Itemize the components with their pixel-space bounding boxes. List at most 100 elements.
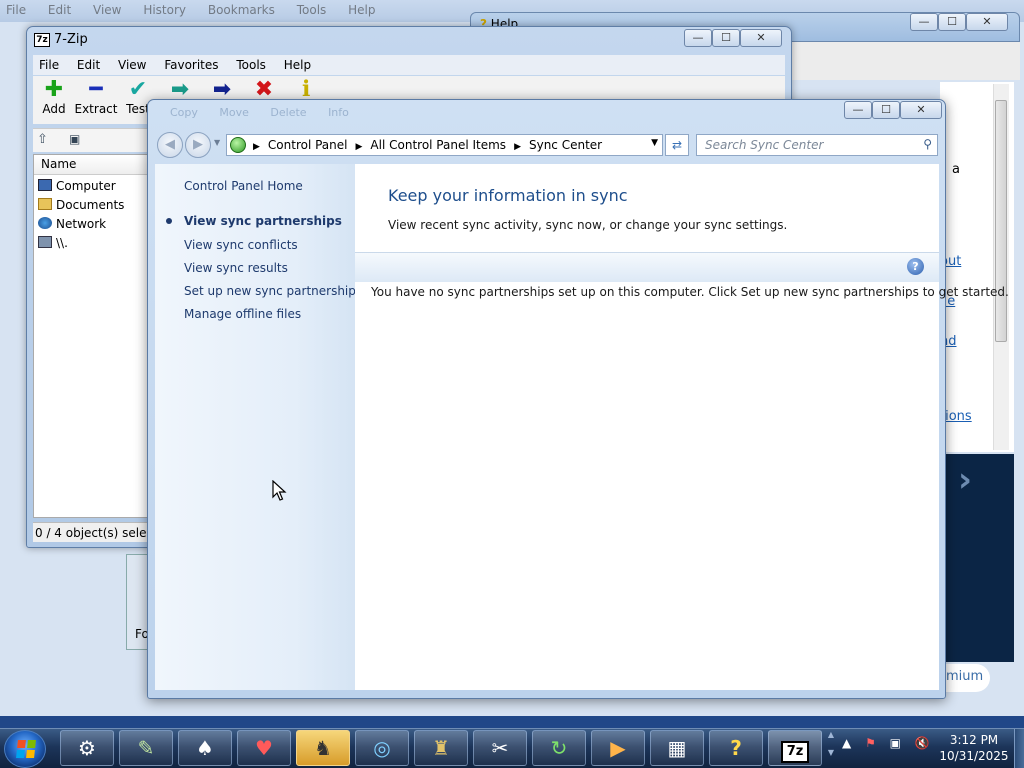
taskbar-help[interactable]: ? bbox=[709, 730, 763, 766]
menu-bookmarks[interactable]: Bookmarks bbox=[208, 3, 275, 17]
taskbar-chess[interactable]: ♞ bbox=[296, 730, 350, 766]
help-icon[interactable]: ? bbox=[907, 258, 924, 275]
7zip-menubar: File Edit View Favorites Tools Help bbox=[33, 55, 785, 75]
list-item[interactable]: Documents bbox=[38, 198, 124, 212]
notepad-icon: ✎ bbox=[137, 736, 155, 760]
scissors-icon: ✂ bbox=[491, 736, 509, 760]
7zip-menu-help[interactable]: Help bbox=[284, 58, 311, 72]
taskbar-remote-desktop[interactable]: ▦ bbox=[650, 730, 704, 766]
taskbar-hearts[interactable]: ♥ bbox=[237, 730, 291, 766]
7zip-menu-favorites[interactable]: Favorites bbox=[164, 58, 218, 72]
help-maximize-button[interactable]: ☐ bbox=[938, 13, 966, 31]
minimize-button[interactable]: — bbox=[844, 101, 872, 119]
list-item[interactable]: Computer bbox=[38, 179, 116, 193]
view-sync-conflicts-link[interactable]: View sync conflicts bbox=[184, 238, 298, 252]
recent-pages-chevron-icon[interactable]: ▼ bbox=[214, 138, 220, 147]
manage-offline-files-link[interactable]: Manage offline files bbox=[184, 307, 301, 321]
list-item-label: \\. bbox=[56, 236, 68, 250]
control-panel-icon bbox=[230, 137, 246, 153]
volume-muted-icon[interactable]: 🔇 bbox=[915, 736, 930, 750]
breadcrumb-separator-icon[interactable]: ▶ bbox=[253, 142, 260, 152]
taskbar-control-panel[interactable]: ⚙ bbox=[60, 730, 114, 766]
up-folder-icon[interactable]: ⇧ bbox=[37, 132, 48, 147]
taskbar-media-player[interactable]: ▶ bbox=[591, 730, 645, 766]
breadcrumb-sync-center[interactable]: Sync Center bbox=[529, 138, 602, 152]
list-item[interactable]: \\. bbox=[38, 236, 68, 250]
taskbar-chess-titans[interactable]: ♜ bbox=[414, 730, 468, 766]
7zip-menu-view[interactable]: View bbox=[118, 58, 146, 72]
menu-history[interactable]: History bbox=[143, 3, 186, 17]
play-icon: ▶ bbox=[610, 736, 626, 760]
back-button[interactable]: ◀ bbox=[157, 132, 183, 158]
arrow-left-icon: ◀ bbox=[165, 137, 175, 152]
7zip-close-button[interactable]: ✕ bbox=[740, 29, 782, 47]
menu-tools[interactable]: Tools bbox=[297, 3, 327, 17]
background-browser-toolbar bbox=[790, 40, 1020, 80]
help-icon: ? bbox=[730, 736, 742, 760]
set-up-new-sync-partnerships-link[interactable]: Set up new sync partnerships bbox=[184, 284, 362, 298]
taskbar-scroll-arrows[interactable]: ▲ ▼ bbox=[824, 730, 838, 766]
list-item[interactable]: Network bbox=[38, 217, 106, 231]
arrow-right-icon: ▶ bbox=[193, 137, 203, 152]
column-header-name[interactable]: Name bbox=[34, 155, 154, 175]
toolbar-band bbox=[355, 252, 939, 282]
system-tray: ▲ ⚑ ▣ 🔇 bbox=[842, 736, 940, 750]
view-sync-results-link[interactable]: View sync results bbox=[184, 261, 288, 275]
close-button[interactable]: ✕ bbox=[900, 101, 942, 119]
breadcrumb-all-items[interactable]: All Control Panel Items bbox=[370, 138, 506, 152]
breadcrumb-separator-icon[interactable]: ▶ bbox=[356, 142, 363, 152]
taskbar-7zip[interactable]: 7z bbox=[768, 730, 822, 766]
address-bar[interactable]: ▶ Control Panel ▶ All Control Panel Items ▶ S… bbox=[226, 134, 663, 156]
sync-center-window-controls: — ☐ ✕ bbox=[844, 101, 944, 119]
menu-edit[interactable]: Edit bbox=[48, 3, 71, 17]
7zip-menu-tools[interactable]: Tools bbox=[236, 58, 266, 72]
chevron-right-icon[interactable]: › bbox=[958, 460, 972, 500]
breadcrumb: ▶ Control Panel ▶ All Control Panel Items ▶ S… bbox=[253, 138, 602, 152]
view-sync-partnerships-link[interactable]: View sync partnerships bbox=[184, 214, 342, 228]
start-button[interactable] bbox=[4, 730, 46, 768]
page-title: Keep your information in sync bbox=[388, 186, 628, 205]
network-icon[interactable]: ▣ bbox=[890, 736, 901, 750]
menu-file[interactable]: File bbox=[6, 3, 26, 17]
windows-logo-icon bbox=[16, 740, 36, 758]
7zip-logo-icon: 7z bbox=[34, 33, 50, 47]
clock[interactable]: 3:12 PM 10/31/2025 bbox=[936, 732, 1012, 764]
clock-time: 3:12 PM bbox=[949, 733, 999, 747]
page-subtitle: View recent sync activity, sync now, or … bbox=[388, 218, 788, 232]
ghost-toolbar: Copy Move Delete Info bbox=[170, 106, 367, 119]
taskbar-sync-center[interactable]: ↻ bbox=[532, 730, 586, 766]
7zip-maximize-button[interactable]: ☐ bbox=[712, 29, 740, 47]
address-dropdown-icon[interactable]: ▼ bbox=[651, 138, 658, 148]
menu-view[interactable]: View bbox=[93, 3, 121, 17]
globe-icon: ◎ bbox=[373, 736, 391, 760]
background-browser-scroll-thumb[interactable] bbox=[995, 100, 1007, 342]
drive-icon bbox=[38, 236, 52, 248]
action-center-flag-icon[interactable]: ⚑ bbox=[865, 736, 876, 750]
breadcrumb-control-panel[interactable]: Control Panel bbox=[268, 138, 348, 152]
show-hidden-icons-icon[interactable]: ▲ bbox=[842, 736, 851, 750]
menu-help[interactable]: Help bbox=[348, 3, 375, 17]
taskbar-internet-games[interactable]: ◎ bbox=[355, 730, 409, 766]
mouse-cursor-icon bbox=[272, 480, 287, 501]
7zip-window-controls: — ☐ ✕ bbox=[684, 29, 784, 47]
taskbar-snipping-tool[interactable]: ✂ bbox=[473, 730, 527, 766]
search-icon[interactable]: ⚲ bbox=[923, 137, 932, 151]
page-text-fragment: a bbox=[952, 162, 960, 177]
forward-button[interactable]: ▶ bbox=[185, 132, 211, 158]
7zip-menu-file[interactable]: File bbox=[39, 58, 59, 72]
7zip-menu-edit[interactable]: Edit bbox=[77, 58, 100, 72]
chess-knight-icon: ♞ bbox=[314, 736, 332, 760]
refresh-button[interactable]: ⇄ bbox=[665, 134, 689, 156]
taskbar-notepad[interactable]: ✎ bbox=[119, 730, 173, 766]
help-minimize-button[interactable]: — bbox=[910, 13, 938, 31]
control-panel-home-link[interactable]: Control Panel Home bbox=[184, 179, 303, 193]
ghost-info: Info bbox=[328, 106, 349, 119]
show-desktop-button[interactable] bbox=[1014, 729, 1024, 768]
folder-icon bbox=[38, 198, 52, 210]
help-close-button[interactable]: ✕ bbox=[966, 13, 1008, 31]
7zip-minimize-button[interactable]: — bbox=[684, 29, 712, 47]
breadcrumb-separator-icon[interactable]: ▶ bbox=[514, 142, 521, 152]
search-input[interactable]: Search Sync Center ⚲ bbox=[696, 134, 938, 156]
maximize-button[interactable]: ☐ bbox=[872, 101, 900, 119]
taskbar-spades[interactable]: ♠ bbox=[178, 730, 232, 766]
